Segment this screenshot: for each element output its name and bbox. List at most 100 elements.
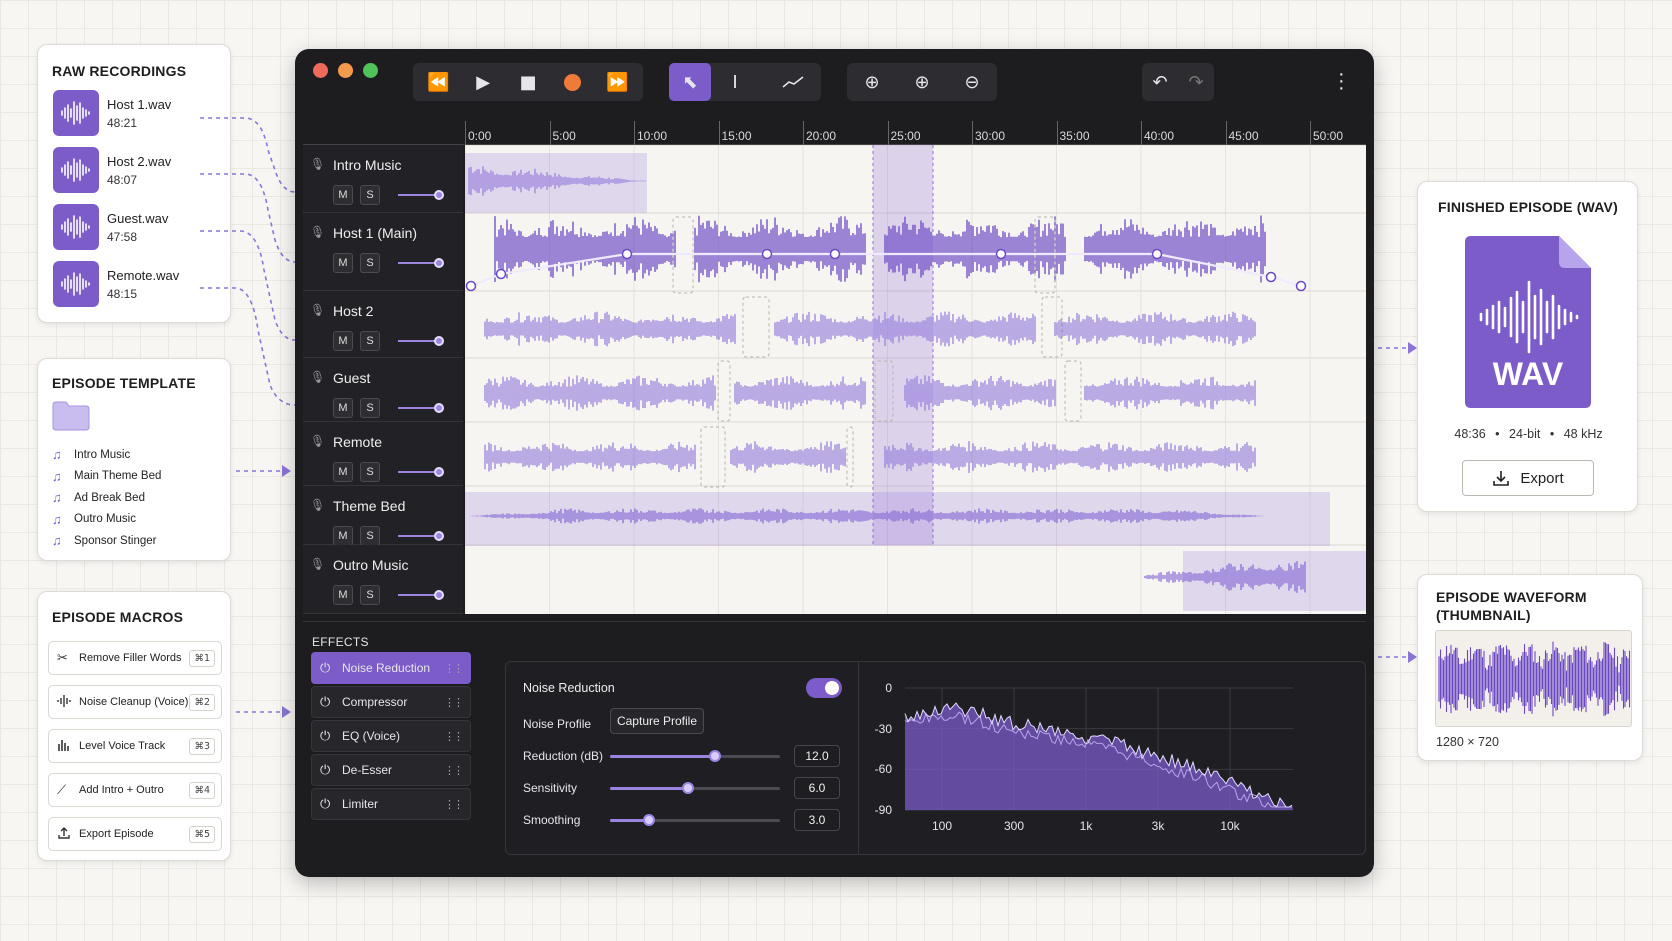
play-button[interactable]: ▶ [462,63,504,101]
window-close-button[interactable] [313,63,328,78]
track-name: Intro Music [333,157,402,173]
waveform-canvas [465,145,1366,614]
track-volume-slider[interactable] [398,467,444,477]
zoom-out-button[interactable]: ⊖ [951,63,993,101]
window-minimize-button[interactable] [338,63,353,78]
thumbnail-title-line2: (THUMBNAIL) [1436,607,1531,623]
drag-handle-icon[interactable]: ⋮⋮ [444,798,464,811]
ruler-tick-label: 25:00 [890,129,921,143]
track-name: Guest [333,370,371,386]
text-cursor-tool-button[interactable]: I [714,63,756,101]
redo-button[interactable]: ↷ [1179,63,1213,101]
effect-label: Compressor [342,695,408,709]
mute-button[interactable]: M [333,185,353,205]
zoom-to-selection-button[interactable]: ⊕ [851,63,893,101]
thumbnail-title-line1: EPISODE WAVEFORM [1436,589,1587,605]
power-icon: ⏻ [320,796,331,811]
solo-button[interactable]: S [360,526,380,546]
more-menu-button[interactable]: · · · [1338,64,1345,98]
i-beam-icon: I [732,71,738,93]
solo-button[interactable]: S [360,331,380,351]
ruler-tick [1225,121,1227,145]
track-volume-slider[interactable] [398,590,444,600]
drag-handle-icon[interactable]: ⋮⋮ [444,662,464,675]
mute-button[interactable]: M [333,253,353,273]
ruler-tick-label: 30:00 [975,129,1006,143]
window-maximize-button[interactable] [363,63,378,78]
noise-reduction-toggle[interactable] [806,678,842,698]
envelope-tool-button[interactable] [772,63,814,101]
export-button[interactable]: Export [1462,460,1594,496]
track-name: Host 2 [333,303,374,319]
ruler-tick-label: 35:00 [1059,129,1090,143]
ruler-tick [634,121,635,145]
solo-button[interactable]: S [360,585,380,605]
episode-duration: 48:36 [1454,427,1486,441]
ruler-tick [887,121,889,145]
fast-forward-icon: ⏩ [606,71,629,93]
effect-eq-voice[interactable]: ⏻ EQ (Voice) ⋮⋮ [311,720,471,752]
zoom-in-button[interactable]: ⊕ [901,63,943,101]
track-volume-slider[interactable] [398,258,444,268]
track-volume-slider[interactable] [398,336,444,346]
mute-button[interactable]: M [333,331,353,351]
effect-label: Limiter [342,797,379,811]
drag-handle-icon[interactable]: ⋮⋮ [444,764,464,777]
drag-handle-icon[interactable]: ⋮⋮ [444,696,464,709]
tool-selector: ⬉ I [669,63,821,101]
stop-button[interactable]: ■ [507,63,549,101]
solo-button[interactable]: S [360,398,380,418]
ruler-tick [803,121,804,145]
solo-button[interactable]: S [360,253,380,273]
effect-de-esser[interactable]: ⏻ De-Esser ⋮⋮ [311,754,471,786]
ruler-tick-label: 5:00 [552,129,576,143]
record-button[interactable] [552,63,594,101]
spectrum-y-label: -90 [874,803,892,817]
mute-button[interactable]: M [333,526,353,546]
solo-button[interactable]: S [360,462,380,482]
track-canvas [465,145,1366,614]
drag-handle-icon[interactable]: ⋮⋮ [444,730,464,743]
episode-sample-rate: 48 kHz [1563,427,1603,441]
export-label: Export [1520,469,1564,487]
effect-noise-reduction[interactable]: ⏻ Noise Reduction ⋮⋮ [311,652,471,684]
ruler-tick-label: 20:00 [806,129,837,143]
mute-button[interactable]: M [333,462,353,482]
param-slider[interactable] [610,750,780,762]
fast-forward-button[interactable]: ⏩ [597,63,639,101]
track-volume-slider[interactable] [398,403,444,413]
track-volume-slider[interactable] [398,190,444,200]
power-icon: ⏻ [320,728,331,743]
rewind-button[interactable]: ⏪ [417,63,459,101]
param-label: Smoothing [523,813,581,827]
thumbnail-size: 1280 × 720 [1436,735,1499,749]
wav-file-label: WAV [1492,356,1564,392]
param-value-input[interactable]: 3.0 [794,809,840,831]
transport-controls: ⏪ ▶ ■ ⏩ [413,63,643,101]
undo-button[interactable]: ↶ [1143,63,1177,101]
ruler-tick-label: 0:00 [468,129,492,143]
ruler-tick-label: 45:00 [1228,129,1259,143]
noise-reduction-panel: Noise Reduction Noise Profile Capture Pr… [505,661,1366,855]
microphone-icon: 🎙 [310,225,326,239]
track-name: Remote [333,434,383,450]
record-icon [564,73,582,91]
effect-compressor[interactable]: ⏻ Compressor ⋮⋮ [311,686,471,718]
mute-button[interactable]: M [333,585,353,605]
track-name: Host 1 (Main) [333,225,418,241]
capture-profile-button[interactable]: Capture Profile [610,708,704,734]
solo-button[interactable]: S [360,185,380,205]
mute-button[interactable]: M [333,398,353,418]
power-icon: ⏻ [320,660,331,675]
ruler-tick [1310,121,1311,145]
param-slider[interactable] [610,814,780,826]
effect-limiter[interactable]: ⏻ Limiter ⋮⋮ [311,788,471,820]
envelope-curve-icon [782,76,804,88]
select-tool-button[interactable]: ⬉ [669,63,711,101]
microphone-icon: 🎙 [310,498,326,512]
track-volume-slider[interactable] [398,531,444,541]
param-slider[interactable] [610,782,780,794]
param-value-input[interactable]: 6.0 [794,777,840,799]
param-value-input[interactable]: 12.0 [794,745,840,767]
ruler-tick-label: 15:00 [721,129,752,143]
